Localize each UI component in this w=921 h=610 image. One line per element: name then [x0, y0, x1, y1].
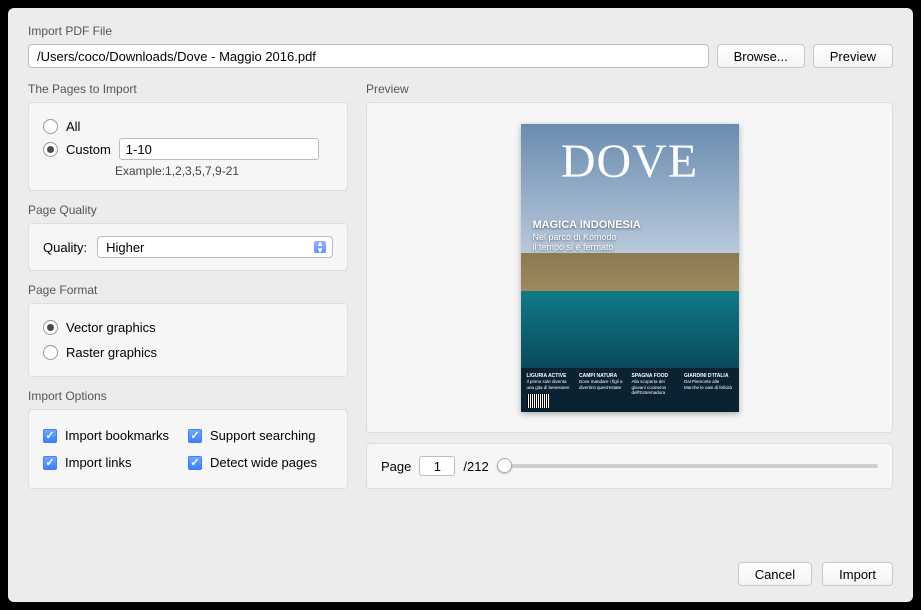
opt-wide-row[interactable]: Detect wide pages	[188, 455, 333, 470]
cover-subhead: Nel parco di Komodoil tempo si è fermato	[533, 232, 617, 254]
opt-search-checkbox[interactable]	[188, 429, 202, 443]
format-raster-row[interactable]: Raster graphics	[43, 345, 333, 360]
format-vector-radio[interactable]	[43, 320, 58, 335]
browse-button[interactable]: Browse...	[717, 44, 805, 68]
page-label: Page	[381, 459, 411, 474]
cover-title: DOVE	[521, 134, 739, 189]
pages-custom-label: Custom	[66, 142, 111, 157]
format-group: Vector graphics Raster graphics	[28, 303, 348, 377]
page-slider[interactable]	[497, 464, 878, 468]
file-path-input[interactable]	[28, 44, 709, 68]
preview-cover: DOVE MAGICA INDONESIA Nel parco di Komod…	[521, 124, 739, 412]
quality-value: Higher	[106, 240, 144, 255]
pages-example-text: Example:1,2,3,5,7,9-21	[115, 164, 333, 178]
opt-links-row[interactable]: Import links	[43, 455, 188, 470]
cancel-button[interactable]: Cancel	[738, 562, 812, 586]
format-vector-label: Vector graphics	[66, 320, 156, 335]
format-raster-label: Raster graphics	[66, 345, 157, 360]
options-group: Import bookmarks Support searching Impor…	[28, 409, 348, 489]
barcode-icon	[527, 394, 549, 408]
cover-footer: LIGURIA ACTIVEIl primo sole diventa una …	[521, 368, 739, 411]
options-section-title: Import Options	[28, 389, 348, 403]
pages-custom-radio-row[interactable]: Custom	[43, 138, 333, 160]
dialog-title: Import PDF File	[28, 24, 893, 38]
page-control: Page /212	[366, 443, 893, 489]
quality-section-title: Page Quality	[28, 203, 348, 217]
page-number-input[interactable]	[419, 456, 455, 476]
pages-all-radio-row[interactable]: All	[43, 119, 333, 134]
opt-links-label: Import links	[65, 455, 131, 470]
opt-bookmarks-label: Import bookmarks	[65, 428, 169, 443]
opt-links-checkbox[interactable]	[43, 456, 57, 470]
import-button[interactable]: Import	[822, 562, 893, 586]
pages-all-label: All	[66, 119, 80, 134]
opt-bookmarks-checkbox[interactable]	[43, 429, 57, 443]
preview-button[interactable]: Preview	[813, 44, 893, 68]
format-section-title: Page Format	[28, 283, 348, 297]
format-raster-radio[interactable]	[43, 345, 58, 360]
page-slider-thumb[interactable]	[497, 458, 512, 473]
pages-all-radio[interactable]	[43, 119, 58, 134]
pages-custom-input[interactable]	[119, 138, 319, 160]
pages-section-title: The Pages to Import	[28, 82, 348, 96]
format-vector-row[interactable]: Vector graphics	[43, 320, 333, 335]
preview-area: DOVE MAGICA INDONESIA Nel parco di Komod…	[366, 102, 893, 433]
quality-group: Quality: Higher ▲▼	[28, 223, 348, 271]
opt-wide-label: Detect wide pages	[210, 455, 317, 470]
opt-bookmarks-row[interactable]: Import bookmarks	[43, 428, 188, 443]
import-pdf-dialog: Import PDF File Browse... Preview The Pa…	[8, 8, 913, 602]
quality-label: Quality:	[43, 240, 87, 255]
opt-search-row[interactable]: Support searching	[188, 428, 333, 443]
page-total: /212	[463, 459, 488, 474]
opt-search-label: Support searching	[210, 428, 316, 443]
cover-headline: MAGICA INDONESIA	[533, 219, 641, 231]
pages-group: All Custom Example:1,2,3,5,7,9-21	[28, 102, 348, 191]
preview-section-title: Preview	[366, 82, 893, 96]
quality-select[interactable]: Higher ▲▼	[97, 236, 333, 258]
select-arrows-icon: ▲▼	[316, 240, 324, 254]
opt-wide-checkbox[interactable]	[188, 456, 202, 470]
pages-custom-radio[interactable]	[43, 142, 58, 157]
